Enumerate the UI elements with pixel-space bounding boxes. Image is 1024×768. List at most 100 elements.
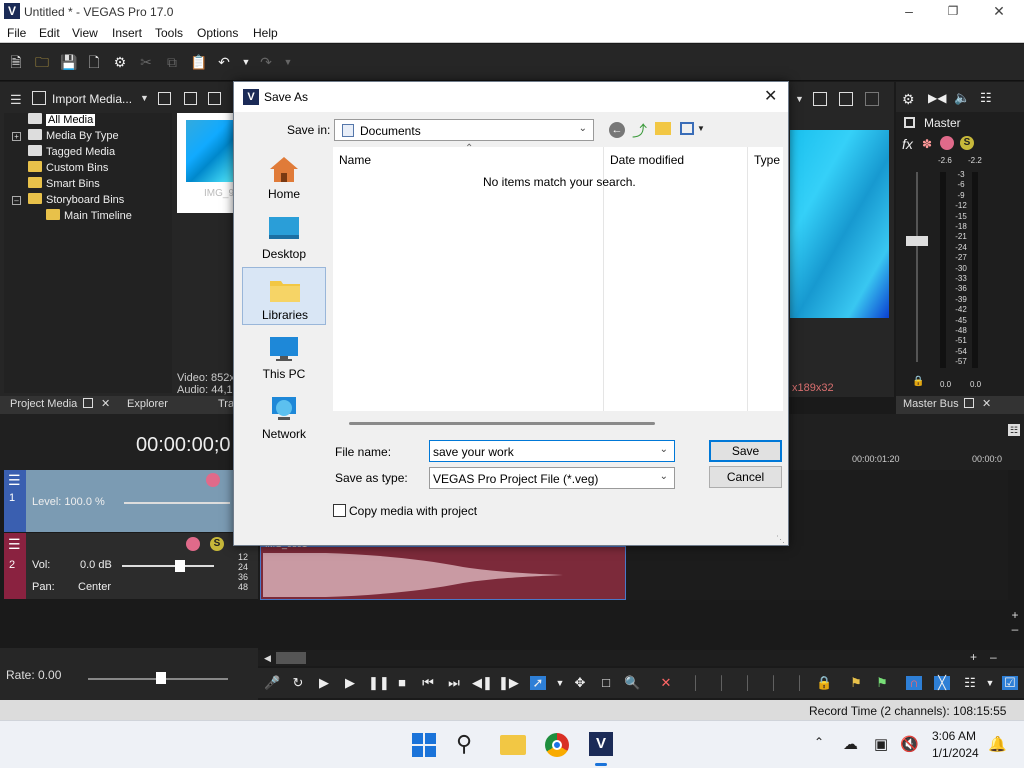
cut-icon[interactable]: ✂ (138, 54, 154, 70)
maximize-tab-icon[interactable] (83, 398, 93, 408)
copy-media-checkbox[interactable] (333, 504, 346, 517)
clock-time[interactable]: 3:06 AM (932, 729, 976, 743)
import-dropdown-icon[interactable]: ▼ (140, 93, 149, 103)
split-icon[interactable]: │ (766, 676, 782, 690)
horizontal-scrollbar[interactable]: ◀ + – (258, 650, 1024, 666)
back-icon[interactable]: ← (609, 122, 625, 138)
scroll-left-icon[interactable]: ◀ (264, 653, 271, 664)
tab-project-media[interactable]: Project Media (10, 398, 77, 410)
snapping-icon[interactable]: ∩ (906, 676, 922, 690)
place-network[interactable]: Network (242, 387, 326, 445)
tree-item-custom-bins[interactable]: Custom Bins (28, 161, 108, 177)
column-type[interactable]: Type (754, 153, 780, 167)
timeline-menu-icon[interactable]: ☷ (1008, 424, 1020, 436)
open-folder-icon[interactable]: 🗀 (34, 54, 50, 70)
zoom-out-icon[interactable]: – (990, 650, 997, 664)
trim-icon[interactable]: │ (688, 676, 704, 690)
new-file-icon[interactable]: 🗎 (8, 54, 24, 70)
minimize-icon[interactable]: – (886, 0, 932, 23)
menu-options[interactable]: Options (197, 26, 238, 40)
new-folder-icon[interactable] (655, 122, 671, 135)
preview-dropdown-icon[interactable]: ▼ (795, 94, 804, 104)
maximize-tab-icon[interactable] (964, 398, 974, 408)
menu-tools[interactable]: Tools (155, 26, 183, 40)
network-offline-icon[interactable]: ☁ (843, 735, 858, 753)
marker-icon[interactable]: ⚑ (848, 676, 864, 690)
lock-envelopes-icon[interactable]: ☑ (1002, 676, 1018, 690)
file-name-input[interactable]: save your work ⌄ (429, 440, 675, 462)
s-icon[interactable]: S (960, 136, 974, 150)
vol-slider[interactable] (122, 565, 214, 567)
search-icon[interactable]: ⚲ (456, 731, 472, 757)
vol-slider-handle[interactable] (175, 560, 185, 572)
close-tab-icon[interactable]: ✕ (982, 397, 991, 410)
vegas-taskbar-icon[interactable]: V (589, 732, 613, 756)
column-date-modified[interactable]: Date modified (610, 153, 684, 167)
expand-icon[interactable]: + (12, 132, 21, 141)
redo-dropdown-icon[interactable]: ▼ (280, 54, 296, 70)
zoom-in-icon[interactable]: + (970, 650, 977, 664)
media-settings-icon[interactable]: ☰ (10, 92, 22, 108)
preview-grid-icon[interactable] (865, 92, 879, 106)
tree-item-storyboard-bins[interactable]: Storyboard Bins (28, 193, 124, 209)
notification-bell-icon[interactable]: 🔔 (988, 735, 1007, 753)
chrome-icon[interactable] (545, 733, 569, 757)
redo-icon[interactable]: ↷ (258, 54, 274, 70)
trim-start-icon[interactable]: │ (714, 676, 730, 690)
track-menu-icon[interactable]: ☰ (8, 536, 21, 553)
close-icon[interactable]: ✕ (976, 0, 1022, 23)
delete-icon[interactable]: ✕ (658, 676, 674, 690)
stop-icon[interactable]: ■ (394, 676, 410, 690)
preview-copy-icon[interactable] (813, 92, 827, 106)
trim-end-icon[interactable]: │ (740, 676, 756, 690)
master-checkbox-icon[interactable] (904, 117, 915, 128)
rate-slider-handle[interactable] (156, 672, 166, 684)
undo-dropdown-icon[interactable]: ▼ (238, 54, 254, 70)
pause-icon[interactable]: ❚❚ (368, 676, 390, 690)
windows-start-icon[interactable] (412, 733, 436, 757)
close-tab-icon[interactable]: ✕ (101, 397, 110, 410)
resize-grip-icon[interactable]: ⋱ (776, 534, 785, 545)
lock-icon[interactable]: 🔒 (816, 676, 832, 690)
column-name[interactable]: Name (339, 153, 371, 167)
volume-muted-icon[interactable]: 🔇 (900, 735, 919, 753)
speaker-icon[interactable]: 🔈 (954, 90, 970, 106)
tree-item-all-media[interactable]: All Media (28, 113, 96, 129)
clock-date[interactable]: 1/1/2024 (932, 746, 979, 760)
file-list[interactable]: Name ⌃ Date modified Type No items match… (333, 143, 783, 411)
preview-save-icon[interactable] (839, 92, 853, 106)
undo-icon[interactable]: ↶ (216, 54, 232, 70)
place-desktop[interactable]: Desktop (242, 207, 326, 265)
copy-icon[interactable]: ⧉ (164, 54, 180, 70)
fader-handle[interactable] (906, 236, 928, 246)
tree-item-tagged-media[interactable]: Tagged Media (28, 145, 115, 161)
edit-tool-dropdown-icon[interactable]: ▼ (552, 676, 568, 690)
ripple-dropdown-icon[interactable]: ▼ (982, 676, 998, 690)
vertical-zoom[interactable]: + – (1008, 608, 1022, 644)
mixer-icon[interactable]: ☷ (980, 90, 992, 106)
tab-transitions[interactable]: Tra (218, 398, 234, 410)
file-list-scrollbar[interactable] (349, 422, 655, 425)
normal-edit-tool-icon[interactable]: ➚ (530, 676, 546, 690)
scroll-thumb[interactable] (276, 652, 306, 664)
up-folder-icon[interactable]: ⤴ (632, 120, 647, 141)
save-icon[interactable]: 💾 (60, 54, 77, 70)
envelope-tool-icon[interactable]: ✥ (572, 676, 588, 690)
save-button[interactable]: Save (709, 440, 782, 462)
render-icon[interactable]: 🗋 (86, 54, 102, 70)
capture-icon[interactable] (158, 92, 171, 105)
s-icon[interactable]: S (210, 537, 224, 551)
mute-icon[interactable] (186, 537, 200, 551)
display-icon[interactable]: ▣ (874, 735, 888, 753)
prev-frame-icon[interactable]: ◀❚ (472, 676, 493, 690)
tab-master-bus[interactable]: Master Bus (903, 398, 959, 410)
file-explorer-icon[interactable] (500, 735, 526, 755)
play-icon[interactable]: ▶ (342, 676, 358, 690)
play-from-start-icon[interactable]: ▶ (316, 676, 332, 690)
zoom-tool-icon[interactable]: 🔍 (624, 676, 640, 690)
import-media-button[interactable]: Import Media... (52, 92, 132, 106)
lock-icon[interactable]: 🔒 (912, 376, 924, 387)
place-this-pc[interactable]: This PC (242, 327, 326, 385)
auto-crossfade-icon[interactable]: ╳ (934, 676, 950, 690)
remove-media-icon[interactable] (208, 92, 221, 105)
